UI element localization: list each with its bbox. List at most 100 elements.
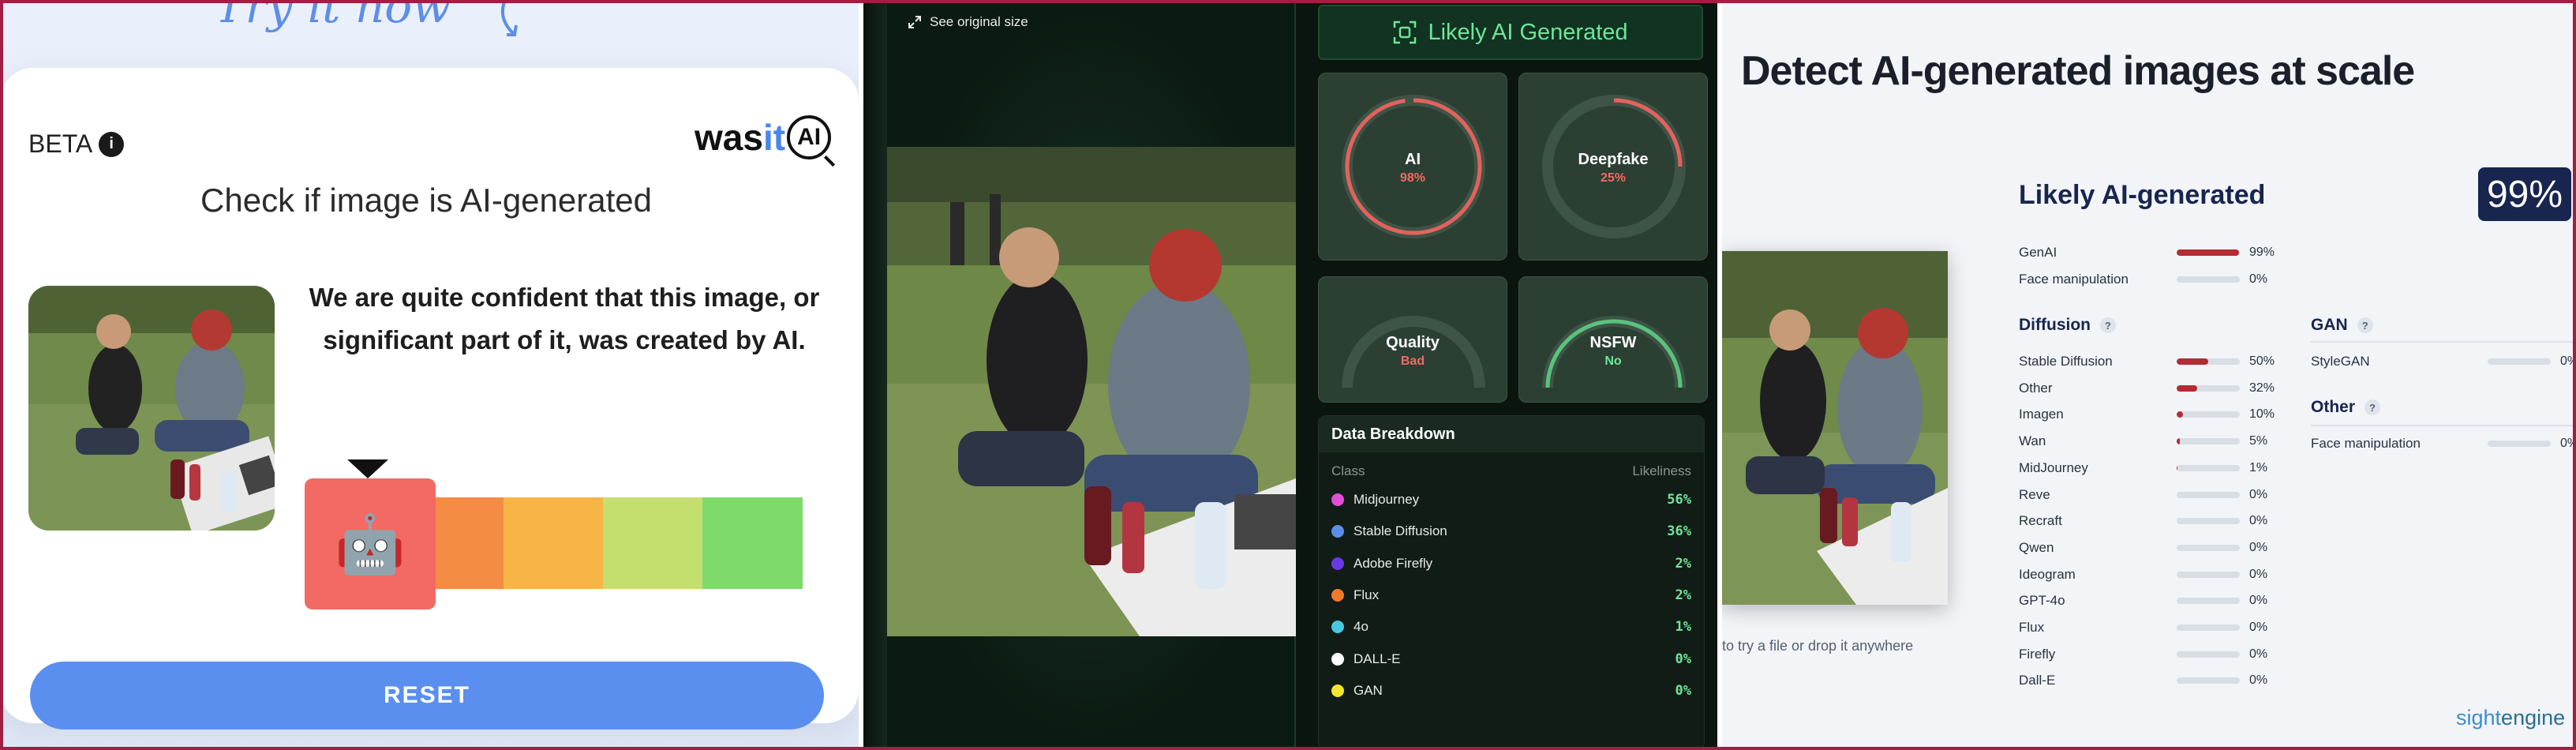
metric-bar-track <box>2177 624 2240 631</box>
metric-row: GPT-4o 0% <box>2019 591 2289 610</box>
class-likeliness: 2% <box>1675 555 1691 572</box>
active-scale-segment: 🤖 <box>305 478 436 609</box>
class-likeliness: 0% <box>1675 651 1691 667</box>
help-icon[interactable]: ? <box>2357 317 2373 333</box>
metric-row: Firefly 0% <box>2019 645 2289 664</box>
metric-bar-fill <box>2177 384 2197 392</box>
breakdown-columns: Class Likeliness <box>1319 452 1704 484</box>
sightengine-logo[interactable]: sightengine <box>2456 706 2565 730</box>
breakdown-row: Adobe Firefly 2% <box>1319 548 1704 579</box>
reset-button[interactable]: RESET <box>30 662 824 729</box>
class-likeliness: 2% <box>1675 587 1691 604</box>
section-rule <box>2311 341 2576 343</box>
metric-label: MidJourney <box>2019 459 2088 475</box>
diffusion-section-title: Diffusion ? <box>2019 316 2116 335</box>
help-icon[interactable]: ? <box>2364 399 2381 415</box>
class-likeliness: 56% <box>1667 492 1691 508</box>
deepfake-gauge: Deepfake 25% <box>1518 73 1708 261</box>
scale-segment <box>504 497 604 589</box>
class-name: Adobe Firefly <box>1354 555 1433 571</box>
metric-bar-track <box>2177 677 2240 684</box>
detector-dashboard-panel: See original size Likely AI Generated AI… <box>863 0 1717 750</box>
metric-value: 0% <box>2249 673 2268 688</box>
gauge-label: Quality <box>1386 334 1440 351</box>
likely-ai-heading: Likely AI-generated <box>2019 180 2266 210</box>
analyzed-image <box>887 147 1296 636</box>
metric-value: 1% <box>2249 460 2268 474</box>
metric-row: GenAI 99% <box>2019 243 2289 262</box>
metric-value: 0% <box>2249 594 2268 608</box>
metric-value: 0% <box>2249 567 2268 581</box>
metric-value: 0% <box>2249 540 2268 554</box>
metric-value: 99% <box>2249 246 2275 259</box>
metric-row: Stable Diffusion 50% <box>2019 352 2289 371</box>
robot-icon: 🤖 <box>335 512 406 576</box>
scan-icon <box>1394 21 1417 44</box>
metric-label: Face manipulation <box>2019 272 2129 287</box>
metric-bar-track <box>2488 441 2551 447</box>
metric-label: Reve <box>2019 486 2050 502</box>
confidence-scale: 🤖 <box>305 459 803 609</box>
brand-sight: sight <box>2456 706 2502 729</box>
metric-row: Qwen 0% <box>2019 538 2289 557</box>
logo-ai: AI <box>797 124 822 150</box>
metric-row: Dall-E 0% <box>2019 671 2289 690</box>
class-color-dot <box>1331 493 1344 507</box>
breakdown-row: Midjourney 56% <box>1319 484 1704 516</box>
metric-value: 10% <box>2249 407 2275 422</box>
gauge-label: AI <box>1405 151 1421 168</box>
breakdown-row: Flux 2% <box>1319 579 1704 611</box>
metric-value: 0% <box>2249 272 2268 286</box>
metric-value: 5% <box>2249 434 2268 448</box>
class-name: Stable Diffusion <box>1354 523 1447 539</box>
class-color-dot <box>1331 589 1344 602</box>
metric-value: 0% <box>2249 647 2268 661</box>
class-name: GAN <box>1354 682 1383 698</box>
metric-value: 50% <box>2249 354 2275 368</box>
data-breakdown-table: Data Breakdown Class Likeliness Midjourn… <box>1318 415 1705 750</box>
expand-icon <box>908 16 921 28</box>
metric-bar-track <box>2177 276 2240 283</box>
metric-row: StyleGAN 0% <box>2311 352 2576 371</box>
metric-label: GPT-4o <box>2019 593 2065 609</box>
class-color-dot <box>1331 525 1344 538</box>
metric-label: Flux <box>2019 620 2045 635</box>
metric-label: GenAI <box>2019 245 2057 260</box>
info-icon[interactable]: i <box>99 131 125 157</box>
headline: Detect AI-generated images at scale <box>1741 48 2415 94</box>
checker-card: BETA i was it AI Check if image is AI-gene… <box>0 68 859 729</box>
wasitai-logo[interactable]: was it AI <box>695 115 832 159</box>
class-color-dot <box>1331 652 1344 666</box>
metric-label: Ideogram <box>2019 566 2076 582</box>
metric-bar-track <box>2177 438 2240 445</box>
gauge-value: Bad <box>1400 354 1425 368</box>
other-section-title: Other ? <box>2311 398 2381 417</box>
metric-bar-track <box>2177 464 2240 471</box>
class-color-dot <box>1331 557 1344 570</box>
try-it-now-text: Try it now <box>215 0 451 33</box>
beta-label: BETA i <box>28 129 125 159</box>
class-likeliness: 1% <box>1675 619 1691 636</box>
help-icon[interactable]: ? <box>2099 317 2116 333</box>
breakdown-row: Stable Diffusion 36% <box>1319 516 1704 547</box>
col-class: Class <box>1331 463 1365 478</box>
see-original-size-link[interactable]: See original size <box>908 14 1028 30</box>
metric-bar-fill <box>2177 438 2180 445</box>
metric-value: 0% <box>2560 437 2576 450</box>
brand-engine: engine <box>2501 706 2566 729</box>
metric-row: Imagen 10% <box>2019 405 2289 424</box>
gan-title: GAN <box>2311 316 2348 334</box>
metric-bar-track <box>2177 518 2240 525</box>
metric-row: MidJourney 1% <box>2019 459 2289 478</box>
col-likeliness: Likeliness <box>1632 463 1691 478</box>
gauge-value: 98% <box>1399 171 1426 185</box>
photo-illustration <box>887 147 1296 636</box>
metric-label: Qwen <box>2019 539 2054 555</box>
metric-bar-fill <box>2177 358 2208 365</box>
breakdown-rows: Midjourney 56% Stable Diffusion 36% Adobe Fi… <box>1319 484 1704 707</box>
metric-value: 32% <box>2249 381 2275 395</box>
breakdown-row: GAN 0% <box>1319 675 1704 707</box>
class-color-dot <box>1331 621 1344 634</box>
quality-gauge: Quality Bad <box>1318 276 1507 403</box>
metric-label: Dall-E <box>2019 673 2056 688</box>
